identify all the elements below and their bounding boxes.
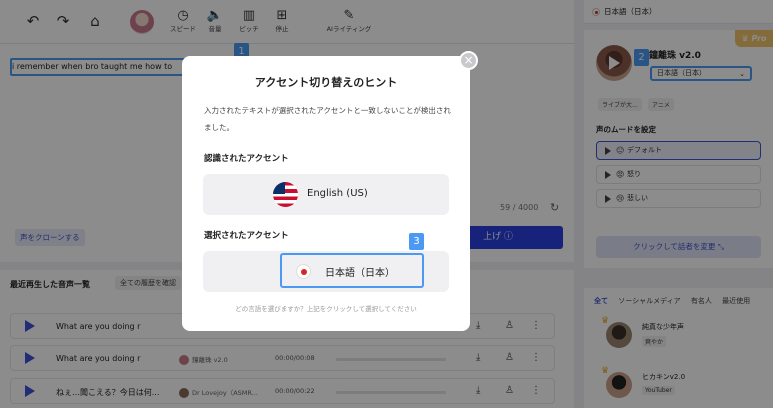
recognized-accent-option[interactable]: English (US) <box>203 174 449 215</box>
recognized-accent-label: English (US) <box>307 188 368 199</box>
close-icon[interactable]: × <box>459 51 478 70</box>
dialog-title: アクセント切り替えのヒント <box>254 76 398 89</box>
selected-accent-label: 日本語（日本） <box>325 268 395 279</box>
dialog-description: 入力されたテキストが選択されたアクセントと一致しないことが検出されました。 <box>204 106 451 132</box>
selected-heading: 選択されたアクセント <box>204 231 289 241</box>
us-flag-icon <box>273 182 298 207</box>
marker-3: 3 <box>409 233 424 250</box>
japan-flag-icon <box>296 264 311 279</box>
selected-accent-option[interactable]: 日本語（日本） <box>203 251 449 292</box>
accent-hint-dialog: アクセント切り替えのヒント 入力されたテキストが選択されたアクセントと一致しない… <box>182 56 470 331</box>
dialog-footer-hint: どの言語を選びますか？上記をクリックして選択してください <box>235 305 417 313</box>
recognized-heading: 認識されたアクセント <box>204 154 289 164</box>
